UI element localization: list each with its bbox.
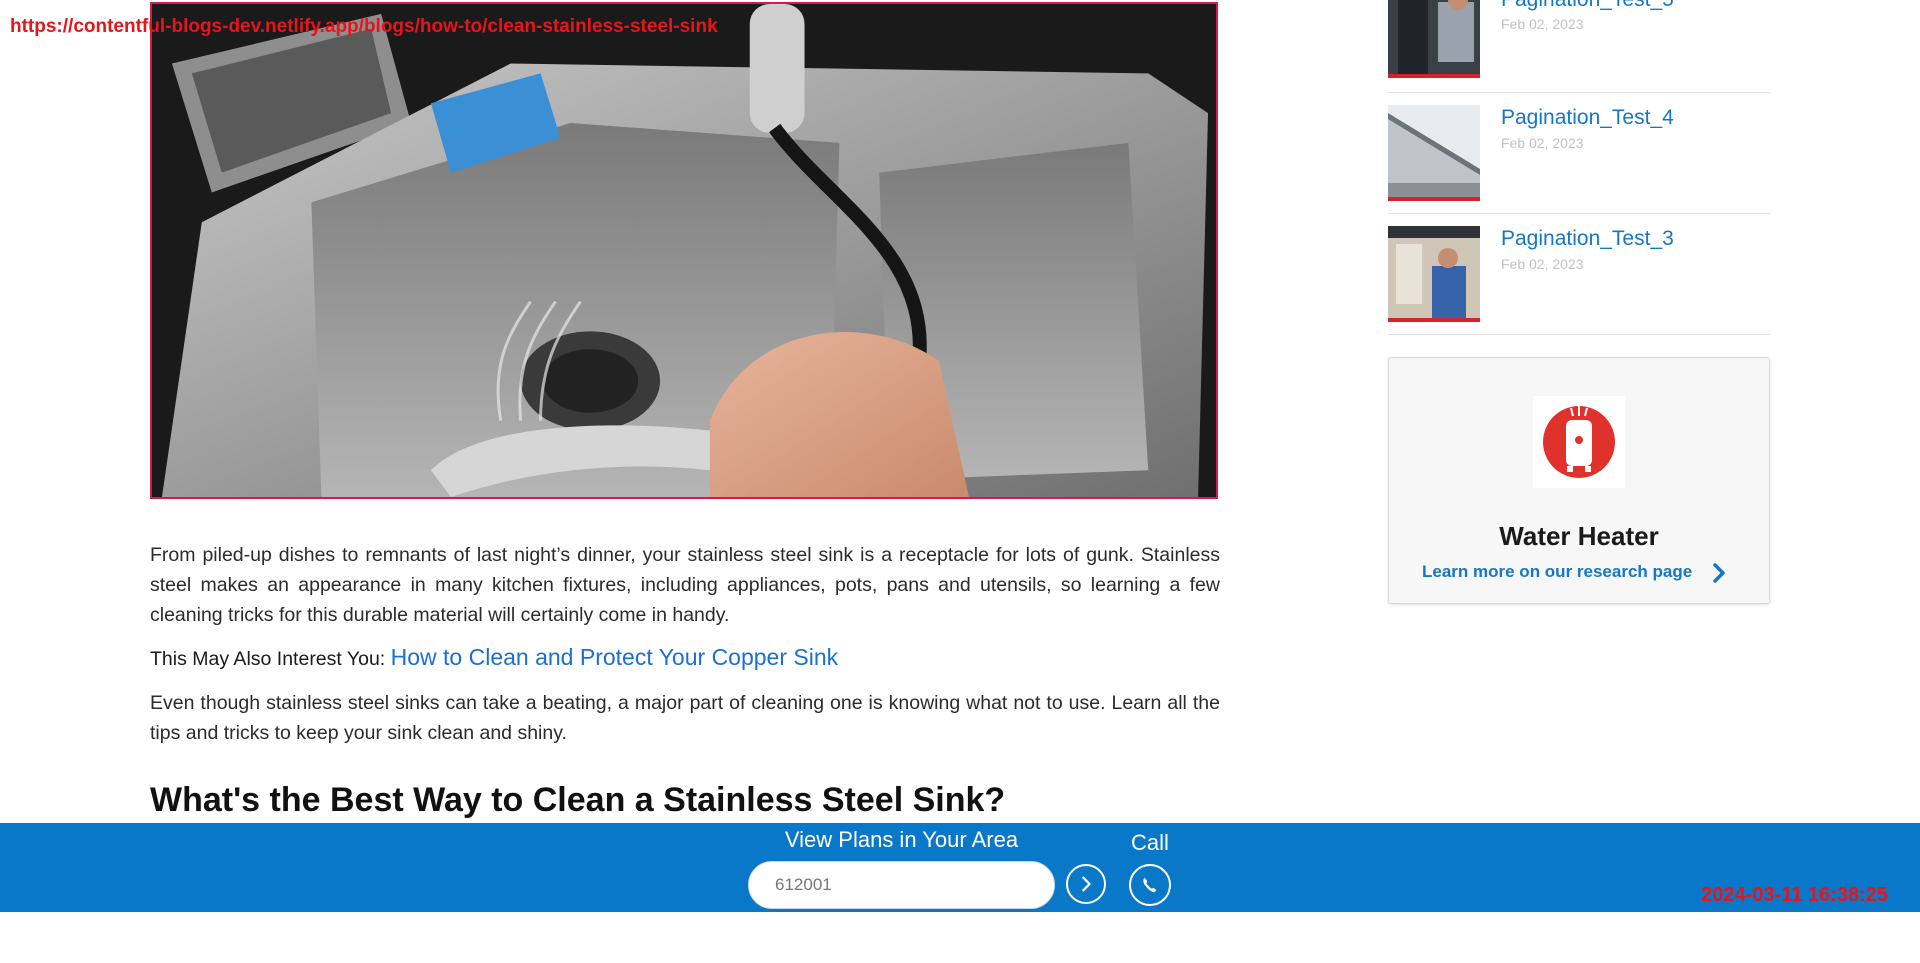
phone-icon [1143, 877, 1157, 893]
post-thumbnail[interactable] [1388, 226, 1480, 322]
worker-photo [1388, 0, 1480, 74]
recent-post-item[interactable]: Pagination_Test_3 Feb 02, 2023 [1388, 214, 1770, 335]
article-paragraph-1: From piled-up dishes to remnants of last… [150, 544, 1220, 626]
call-button[interactable] [1129, 864, 1171, 906]
search-plans-button[interactable] [1066, 864, 1106, 904]
section-heading: What's the Best Way to Clean a Stainless… [150, 781, 1006, 819]
chevron-right-icon[interactable] [1709, 561, 1729, 585]
overlay-url-text: https://contentful-blogs-dev.netlify.app… [10, 16, 718, 37]
post-title-link[interactable]: Pagination_Test_5 [1501, 0, 1674, 12]
research-page-link[interactable]: Learn more on our research page [1422, 562, 1692, 582]
promo-title: Water Heater [1499, 521, 1659, 551]
hero-image [150, 2, 1218, 499]
view-plans-title: View Plans in Your Area [784, 827, 1019, 852]
related-article-callout: This May Also Interest You: How to Clean… [150, 642, 1220, 674]
recent-post-item[interactable]: Pagination_Test_4 Feb 02, 2023 [1388, 93, 1770, 214]
chevron-right-icon [1082, 876, 1091, 892]
sink-photo [152, 4, 1216, 497]
post-date: Feb 02, 2023 [1501, 256, 1584, 272]
water-heater-icon [1533, 396, 1625, 488]
water-heater-promo-card: Water Heater Learn more on our research … [1388, 357, 1770, 604]
technician-photo [1388, 226, 1480, 318]
call-label: Call [1131, 830, 1169, 855]
page: https://contentful-blogs-dev.netlify.app… [0, 0, 1920, 963]
related-lead-text: This May Also Interest You: [150, 648, 386, 670]
sidebar: Pagination_Test_5 Feb 02, 2023 Paginatio… [1388, 0, 1770, 604]
post-date: Feb 02, 2023 [1501, 16, 1584, 32]
post-thumbnail[interactable] [1388, 105, 1480, 201]
article-paragraph-2: Even though stainless steel sinks can ta… [150, 692, 1220, 744]
post-title-link[interactable]: Pagination_Test_4 [1501, 106, 1674, 130]
related-article-link[interactable]: How to Clean and Protect Your Copper Sin… [391, 644, 839, 670]
post-thumbnail[interactable] [1388, 0, 1480, 78]
article-body: From piled-up dishes to remnants of last… [150, 540, 1220, 820]
zip-code-input[interactable] [748, 861, 1055, 909]
overlay-timestamp: 2024-03-11 16:38:25 [1701, 884, 1888, 906]
view-plans-bar: View Plans in Your Area Call [0, 823, 1920, 912]
house-gutter-photo [1388, 105, 1480, 197]
post-date: Feb 02, 2023 [1501, 135, 1584, 151]
recent-post-item[interactable]: Pagination_Test_5 Feb 02, 2023 [1388, 0, 1770, 93]
post-title-link[interactable]: Pagination_Test_3 [1501, 227, 1674, 251]
